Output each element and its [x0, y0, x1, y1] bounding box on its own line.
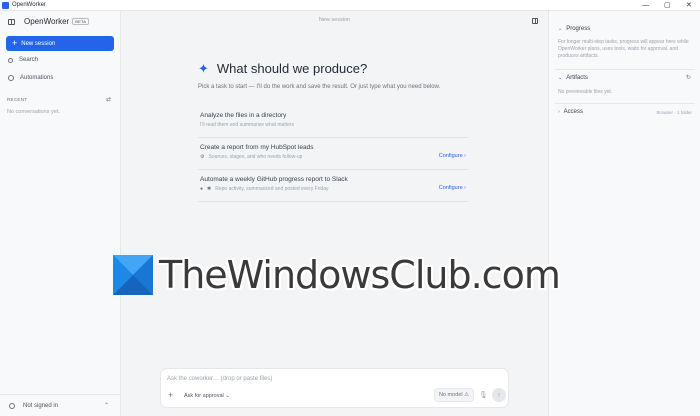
message-input[interactable]: Ask the coworker… (drop or paste files) [167, 376, 272, 382]
sidebar-item-label: Search [19, 57, 39, 63]
sidebar-item-search[interactable]: Search [8, 57, 38, 63]
hero-title: What should we produce? [216, 61, 368, 76]
chevron-right-icon: › [558, 109, 560, 115]
search-icon [8, 57, 13, 63]
hero: ✦ What should we produce? [198, 61, 367, 76]
approval-mode-select[interactable]: Ask for approval ⌄ [184, 393, 230, 399]
beta-badge: BETA [72, 18, 90, 25]
brand-name: OpenWorker [24, 17, 70, 26]
hero-subtitle: Pick a task to start — I'll do the work … [198, 84, 441, 90]
new-session-button[interactable]: + New session [6, 36, 114, 51]
artifacts-title: Artifacts [566, 75, 588, 81]
divider [555, 103, 695, 104]
sort-icon[interactable]: ⇄ [106, 96, 111, 103]
task-title: Create a report from my HubSpot leads [200, 144, 314, 151]
task-github-slack-report[interactable]: Automate a weekly GitHub progress report… [198, 173, 468, 202]
app-logo-icon [2, 1, 9, 9]
configure-link[interactable]: Configure › [439, 185, 466, 191]
task-description: I'll read them and summarize what matter… [200, 122, 295, 128]
task-title: Automate a weekly GitHub progress report… [200, 176, 348, 183]
task-title: Analyze the files in a directory [200, 112, 287, 119]
maximize-button[interactable]: ▢ [664, 1, 671, 10]
access-section-header[interactable]: › Access [558, 109, 583, 115]
sidebar-item-label: Automations [20, 75, 54, 81]
sparkle-icon: ✦ [198, 61, 209, 76]
configure-link[interactable]: Configure › [439, 153, 466, 159]
sidebar-header: OpenWorker BETA [8, 17, 90, 26]
artifacts-section-header[interactable]: ⌄ Artifacts [558, 75, 588, 81]
window-titlebar: OpenWorker — ▢ ✕ [0, 0, 700, 11]
attach-plus-icon[interactable]: + [168, 391, 173, 400]
progress-section-header[interactable]: ⌄ Progress [558, 26, 590, 32]
artifacts-empty-text: No previewable files yet. [558, 89, 613, 95]
progress-description: For longer multi-step tasks, progress wi… [558, 39, 689, 59]
plus-icon: + [12, 38, 18, 48]
model-select[interactable]: No model ⚠ [434, 388, 474, 402]
right-panel: ⌄ Progress For longer multi-step tasks, … [548, 11, 700, 416]
minimize-button[interactable]: — [642, 1, 649, 10]
session-title: New session [318, 17, 351, 23]
close-button[interactable]: ✕ [686, 1, 692, 10]
empty-conversations-text: No conversations yet. [7, 109, 60, 115]
task-description: ⚙ Sources, stages, and who needs follow-… [200, 154, 303, 160]
chevron-up-icon: ⌃ [103, 403, 109, 409]
sidebar-toggle-icon[interactable] [8, 18, 15, 25]
hubspot-icon: ⚙ [200, 154, 205, 160]
send-button[interactable]: ↑ [492, 388, 506, 402]
main-area: New session ✦ What should we produce? Pi… [121, 11, 548, 416]
sign-in-status: Not signed in [23, 402, 59, 409]
access-summary: Browser · 1 folder [656, 110, 692, 115]
right-panel-toggle-icon[interactable] [532, 18, 538, 24]
slack-icon: ✱ [207, 186, 212, 192]
new-session-label: New session [21, 40, 56, 47]
window-title: OpenWorker [12, 2, 46, 8]
progress-title: Progress [566, 26, 591, 32]
github-icon: ● [200, 186, 204, 192]
refresh-icon[interactable]: ↻ [686, 74, 691, 81]
task-analyze-files[interactable]: Analyze the files in a directory I'll re… [198, 109, 468, 138]
recent-heading: RECENT [7, 97, 28, 102]
watermark-text: TheWindowsClub.com [159, 252, 561, 297]
chevron-down-icon: ⌄ [558, 26, 563, 32]
task-description: ● ✱ Repo activity, summarized and posted… [200, 186, 329, 192]
composer: Ask the coworker… (drop or paste files) … [160, 368, 509, 408]
access-title: Access [563, 109, 584, 115]
user-icon [9, 402, 15, 409]
account-footer[interactable]: Not signed in ⌃ [0, 394, 120, 416]
sidebar-item-automations[interactable]: Automations [8, 75, 53, 81]
divider [555, 69, 695, 70]
sidebar: OpenWorker BETA + New session Search Aut… [0, 11, 121, 416]
microphone-icon[interactable]: 🎙 [479, 391, 488, 399]
watermark: TheWindowsClub.com [113, 252, 561, 297]
clock-icon [8, 75, 14, 81]
watermark-logo-icon [113, 254, 153, 295]
task-hubspot-report[interactable]: Create a report from my HubSpot leads ⚙ … [198, 141, 468, 170]
chevron-down-icon: ⌄ [558, 75, 563, 81]
